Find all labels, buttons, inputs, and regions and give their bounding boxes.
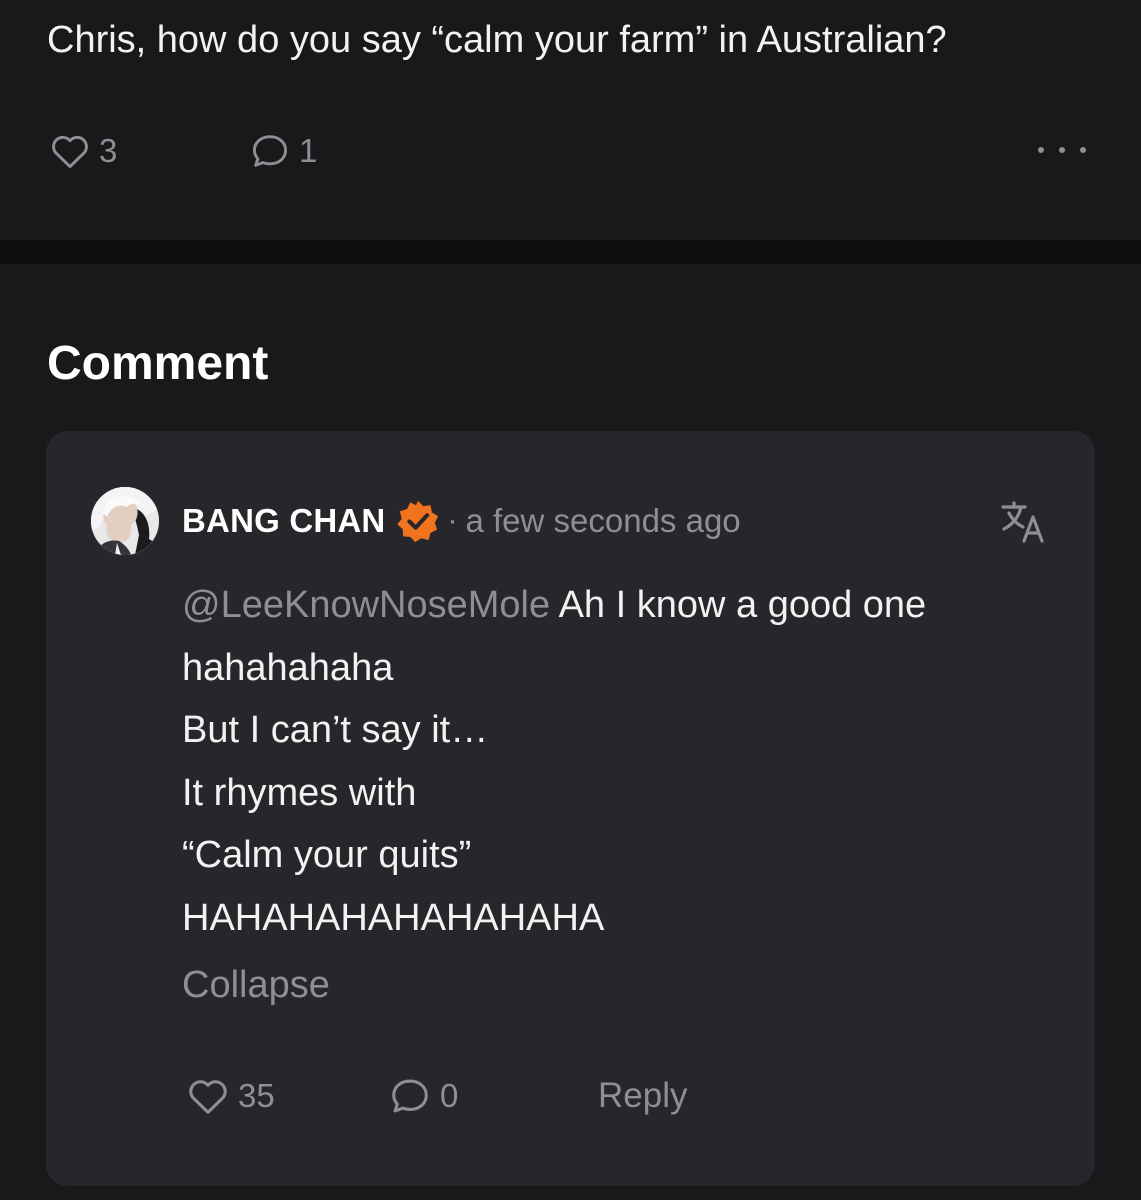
comment-line: @LeeKnowNoseMole Ah I know a good one xyxy=(182,584,927,626)
section-divider xyxy=(0,240,1141,264)
verified-badge-icon xyxy=(397,500,439,543)
comment-line: hahahahaha xyxy=(182,646,394,689)
more-dots-icon xyxy=(1038,147,1044,153)
comment-header: BANG CHAN · a few seconds ago xyxy=(182,499,741,543)
comment-card: BANG CHAN · a few seconds ago @LeeKnowNo… xyxy=(46,431,1095,1186)
comment-author-name[interactable]: BANG CHAN xyxy=(182,502,385,540)
comment-line: It rhymes with xyxy=(182,771,417,814)
comment-line: HAHAHAHAHAHAHAHA xyxy=(182,896,605,939)
comment-line: But I can’t say it… xyxy=(182,709,489,751)
comment-like-count: 35 xyxy=(238,1077,275,1114)
post-comment-count: 1 xyxy=(299,132,318,169)
avatar[interactable] xyxy=(91,487,159,555)
reply-button[interactable]: Reply xyxy=(598,1076,687,1116)
comment-timestamp: a few seconds ago xyxy=(465,502,741,539)
speech-bubble-icon xyxy=(252,135,288,167)
post-like-count: 3 xyxy=(99,132,118,169)
translate-button[interactable] xyxy=(999,497,1047,545)
comment-line: “Calm your quits” xyxy=(182,834,472,876)
comments-heading: Comment xyxy=(47,337,269,390)
comment-actions: 35 0 Reply xyxy=(184,1071,687,1121)
post-text: Chris, how do you say “calm your farm” i… xyxy=(47,19,947,61)
post: Chris, how do you say “calm your farm” i… xyxy=(0,0,1141,240)
heart-icon xyxy=(52,135,88,169)
translate-icon xyxy=(1001,501,1044,543)
speech-bubble-icon xyxy=(392,1079,428,1113)
meta-separator: · xyxy=(447,504,458,537)
post-like-button[interactable]: 3 xyxy=(47,129,247,173)
comment-reply-count: 0 xyxy=(440,1077,459,1114)
mention-link[interactable]: @LeeKnowNoseMole xyxy=(182,584,550,626)
post-actions: 3 1 xyxy=(47,128,317,174)
comment-like-button[interactable]: 35 xyxy=(184,1073,386,1119)
post-detail-page: Chris, how do you say “calm your farm” i… xyxy=(0,0,1141,1200)
post-comment-button[interactable]: 1 xyxy=(247,129,317,173)
more-options-button[interactable] xyxy=(1038,138,1086,162)
comment-replies-button[interactable]: 0 xyxy=(386,1073,598,1119)
comment-body: @LeeKnowNoseMole Ah I know a good one ha… xyxy=(182,574,1042,949)
collapse-button[interactable]: Collapse xyxy=(182,957,330,1013)
heart-icon xyxy=(189,1080,227,1114)
